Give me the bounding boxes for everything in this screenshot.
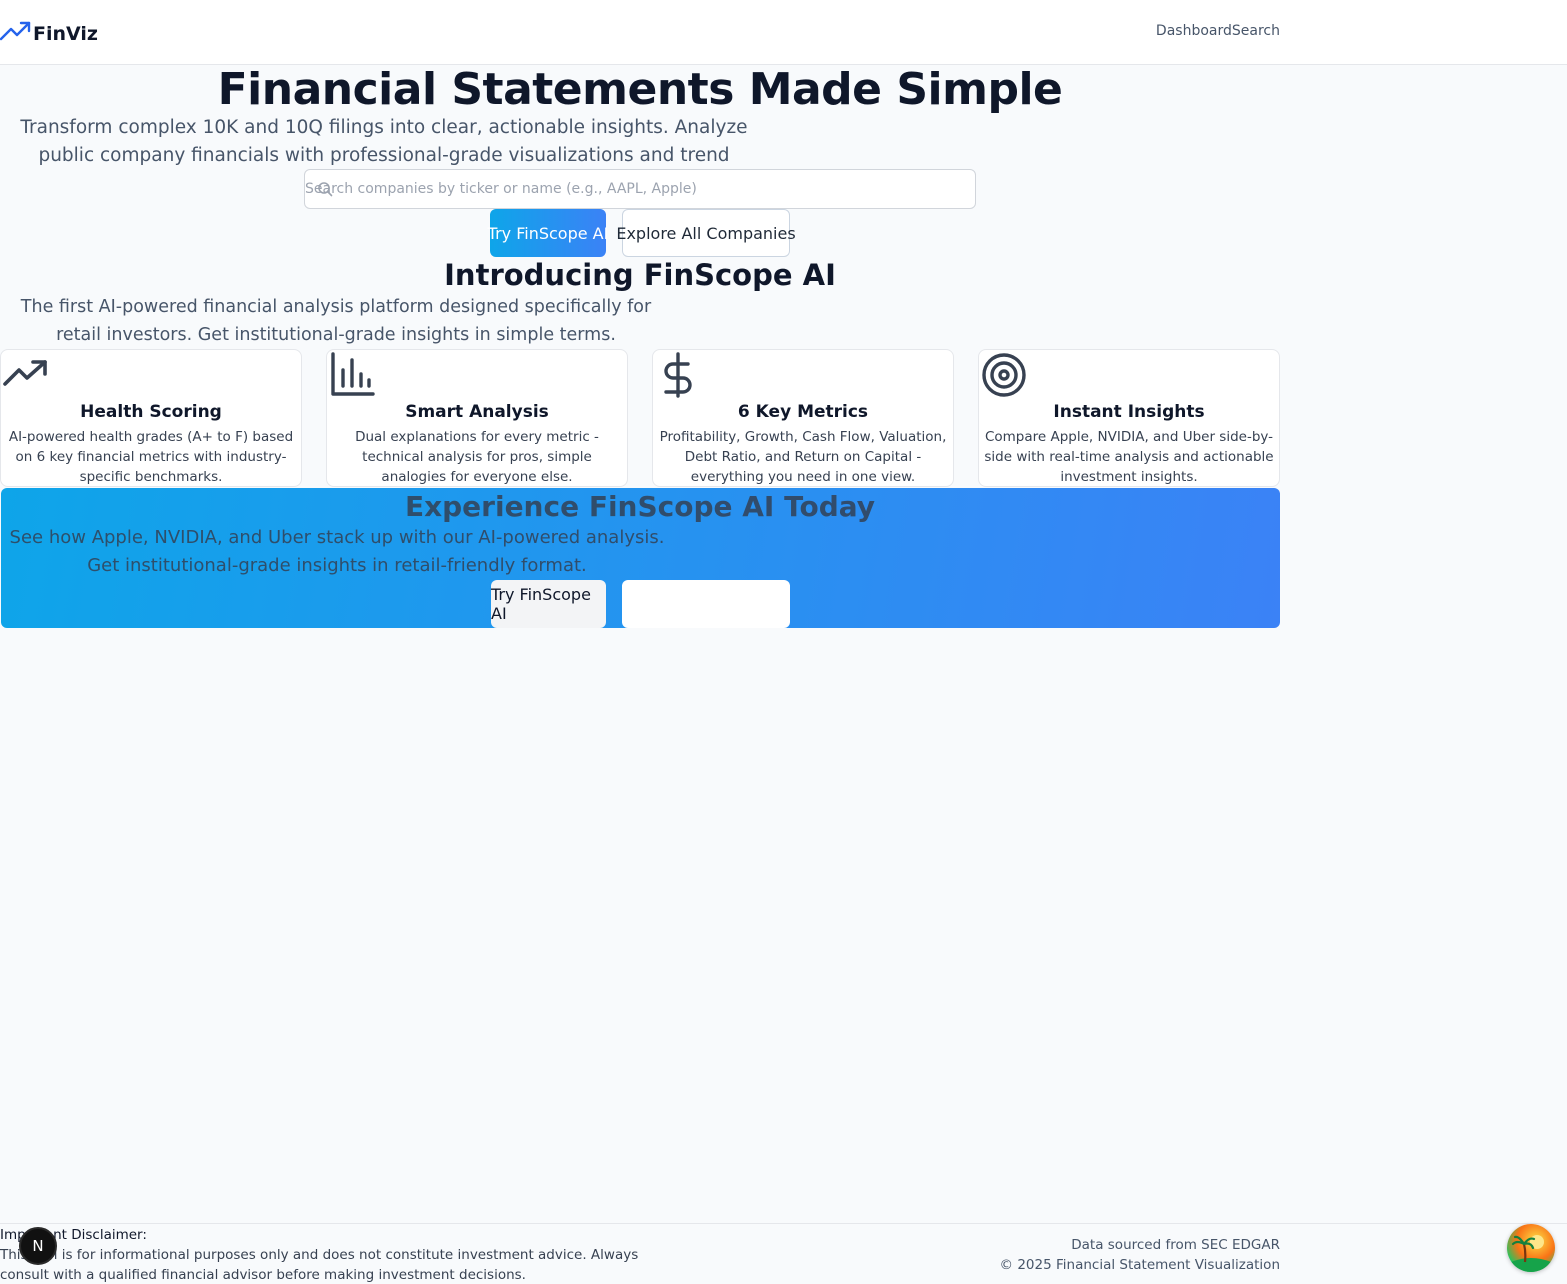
feature-description: AI-powered health grades (A+ to F) based…	[8, 429, 294, 485]
feature-card-key-metrics: 6 Key Metrics Profitability, Growth, Cas…	[652, 349, 954, 487]
cta-subtitle: See how Apple, NVIDIA, and Uber stack up…	[9, 527, 665, 576]
cta-title: Experience FinScope AI Today	[404, 490, 876, 523]
feature-card-health-scoring: Health Scoring AI-powered health grades …	[0, 349, 302, 487]
dev-tools-badge[interactable]: N	[19, 1227, 57, 1265]
hero-title: Financial Statements Made Simple	[217, 64, 1063, 115]
avatar[interactable]	[1507, 1224, 1555, 1272]
feature-description: Profitability, Growth, Cash Flow, Valuat…	[659, 429, 947, 485]
footer-meta: Data sourced from SEC EDGAR © 2025 Finan…	[1000, 1235, 1280, 1275]
nav-link-search[interactable]: Search	[1232, 23, 1280, 39]
search-input[interactable]	[305, 170, 975, 208]
try-finscope-button[interactable]: Try FinScope AI	[488, 209, 608, 257]
trending-up-icon	[0, 19, 31, 48]
cta-banner: Experience FinScope AI Today See how App…	[1, 488, 1280, 628]
disclaimer-text: This tool is for informational purposes …	[0, 1247, 639, 1283]
explore-companies-button[interactable]: Explore All Companies	[616, 209, 796, 257]
feature-description: Compare Apple, NVIDIA, and Uber side-by-…	[984, 429, 1274, 485]
company-search	[304, 169, 976, 209]
feature-card-instant-insights: Instant Insights Compare Apple, NVIDIA, …	[978, 349, 1280, 487]
copyright-note: © 2025 Financial Statement Visualization	[999, 1257, 1280, 1273]
feature-title: Instant Insights	[1053, 402, 1205, 422]
target-icon	[981, 352, 1027, 403]
feature-title: Smart Analysis	[405, 402, 549, 422]
feature-description: Dual explanations for every metric - tec…	[355, 429, 599, 485]
footer: Important Disclaimer: This tool is for i…	[0, 1223, 1567, 1284]
main-nav: Dashboard Search	[1156, 23, 1280, 39]
brand-logo[interactable]: FinViz	[0, 19, 98, 48]
feature-title: 6 Key Metrics	[737, 402, 869, 422]
top-navbar: FinViz Dashboard Search	[0, 0, 1567, 65]
intro-subtitle: The first AI-powered financial analysis …	[20, 297, 652, 345]
trending-up-icon	[3, 352, 49, 403]
intro-title: Introducing FinScope AI	[444, 258, 836, 292]
dollar-sign-icon	[655, 352, 701, 403]
feature-title: Health Scoring	[80, 402, 222, 422]
feature-card-smart-analysis: Smart Analysis Dual explanations for eve…	[326, 349, 628, 487]
bar-chart-icon	[329, 352, 375, 403]
brand-name: FinViz	[33, 22, 98, 45]
data-source-note: Data sourced from SEC EDGAR	[1071, 1237, 1280, 1253]
nav-link-dashboard[interactable]: Dashboard	[1156, 23, 1232, 39]
cta-try-finscope-button[interactable]: Try FinScope AI	[491, 580, 606, 628]
cta-secondary-button[interactable]	[622, 580, 790, 628]
